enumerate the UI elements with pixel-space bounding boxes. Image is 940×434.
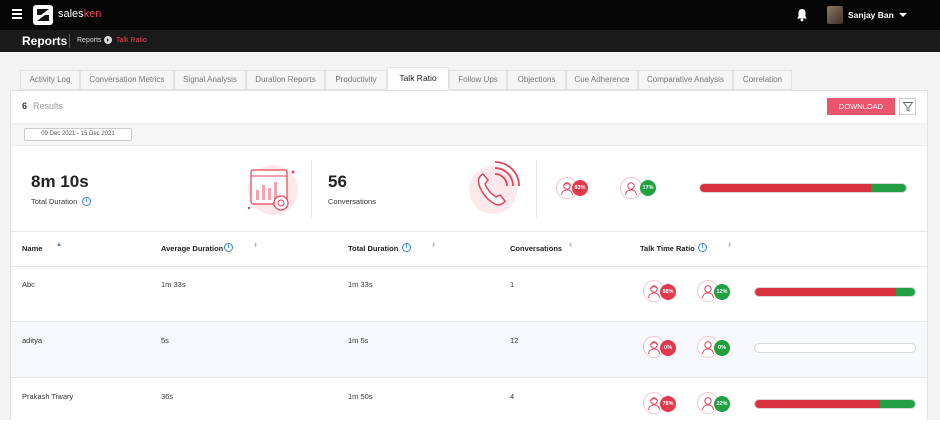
cell-conversations: 4 [510, 392, 515, 401]
row-agent-pct: 88% [660, 284, 676, 300]
row-talk-ratio-bar [754, 399, 916, 409]
sort-icon[interactable]: ⬍ [568, 242, 573, 249]
row-agent-pct: 0% [660, 340, 676, 356]
agent-talk-segment [700, 184, 871, 192]
date-filter-band [11, 123, 927, 146]
user-menu-caret-icon[interactable] [899, 13, 907, 17]
row-customer-pct: 22% [714, 396, 730, 412]
phone-call-illustration-icon [469, 161, 520, 214]
cell-total-duration: 1m 33s [348, 280, 373, 289]
agent-talk-segment [755, 400, 880, 408]
column-header-name[interactable]: Name [22, 244, 42, 253]
cell-total-duration: 1m 50s [348, 392, 373, 401]
summary-divider [311, 160, 312, 218]
filter-button[interactable] [899, 98, 916, 115]
download-button[interactable]: DOWNLOAD [827, 98, 895, 115]
column-header-total-duration[interactable]: Total Duration [348, 244, 398, 253]
info-icon[interactable]: i [698, 243, 707, 252]
cell-name: Abc [22, 280, 35, 289]
cell-conversations: 12 [510, 336, 519, 345]
info-icon[interactable]: i [224, 243, 233, 252]
page-header: Reports Reports Talk Ratio [0, 30, 940, 52]
tab-talk-ratio[interactable]: Talk Ratio [387, 67, 449, 89]
cell-conversations: 1 [510, 280, 515, 289]
salesken-logo-icon [33, 5, 53, 25]
user-avatar[interactable] [827, 6, 843, 24]
date-range-picker[interactable]: 09 Dec 2021 - 15 Dec 2021 [24, 128, 132, 141]
cell-average-duration: 36s [161, 392, 174, 401]
sort-icon[interactable]: ⬍ [431, 242, 436, 249]
summary-total-duration: 8m 10s [31, 172, 89, 191]
summary-conversations: 56 [328, 172, 347, 191]
sort-asc-icon[interactable]: ▲ [56, 242, 62, 248]
cell-name: Prakash Tiwary [22, 392, 74, 401]
tab-objections[interactable]: Objections [507, 70, 566, 90]
brand-name: salesken [58, 8, 102, 20]
column-header-conversations[interactable]: Conversations [510, 244, 562, 253]
breadcrumb-talk-ratio: Talk Ratio [116, 37, 147, 44]
customer-talk-segment [895, 288, 915, 296]
header-divider [69, 34, 70, 48]
tab-productivity[interactable]: Productivity [325, 70, 387, 90]
cell-average-duration: 5s [161, 336, 169, 345]
summary-customer-pct: 17% [640, 180, 656, 196]
page-title: Reports [22, 34, 68, 48]
filter-icon [903, 102, 913, 112]
breadcrumb-reports[interactable]: Reports [77, 37, 102, 44]
agent-talk-segment [755, 288, 896, 296]
hamburger-menu-icon[interactable] [12, 9, 22, 19]
customer-talk-segment [879, 400, 915, 408]
row-customer-pct: 0% [714, 340, 730, 356]
results-label: Results [33, 101, 64, 111]
tab-follow-ups[interactable]: Follow Ups [449, 70, 507, 90]
tab-activity-log[interactable]: Activity Log [20, 70, 80, 90]
row-agent-pct: 78% [660, 396, 676, 412]
tab-conversation-metrics[interactable]: Conversation Metrics [80, 70, 174, 90]
notification-bell-icon[interactable] [796, 8, 808, 22]
customer-talk-segment [870, 184, 906, 192]
report-illustration-icon [247, 165, 298, 215]
info-icon[interactable]: i [82, 197, 91, 206]
summary-agent-pct: 83% [572, 180, 588, 196]
tab-signal-analysis[interactable]: Signal Analysis [174, 70, 246, 90]
tab-correlation[interactable]: Correlation [733, 70, 792, 90]
info-icon[interactable]: i [402, 243, 411, 252]
sort-icon[interactable]: ⬍ [253, 242, 258, 249]
row-talk-ratio-bar [754, 287, 916, 297]
column-header-average-duration[interactable]: Average Duration [161, 244, 223, 253]
tab-comparative-analysis[interactable]: Comparative Analysis [638, 70, 733, 90]
summary-total-duration-label: Total Duration [31, 197, 78, 206]
column-header-talk-time-ratio[interactable]: Talk Time Ratio [640, 244, 695, 253]
cell-name: aditya [22, 336, 43, 345]
results-count: 6 [22, 101, 28, 111]
tab-cue-adherence[interactable]: Cue Adherence [566, 70, 638, 90]
table-header [11, 231, 927, 267]
breadcrumb-arrow-icon [104, 36, 112, 44]
row-customer-pct: 12% [714, 284, 730, 300]
customer-avatar-icon [620, 177, 642, 199]
cell-average-duration: 1m 33s [161, 280, 186, 289]
summary-divider [536, 160, 537, 218]
sort-icon[interactable]: ⬍ [727, 242, 732, 249]
user-name[interactable]: Sanjay Ban [848, 10, 894, 20]
tab-duration-reports[interactable]: Duration Reports [246, 70, 325, 90]
summary-conversations-label: Conversations [328, 197, 376, 206]
cell-total-duration: 1m 5s [348, 336, 369, 345]
top-navbar: salesken Sanjay Ban [0, 0, 940, 30]
summary-talk-ratio-bar [699, 183, 907, 193]
row-talk-ratio-bar [754, 343, 916, 353]
